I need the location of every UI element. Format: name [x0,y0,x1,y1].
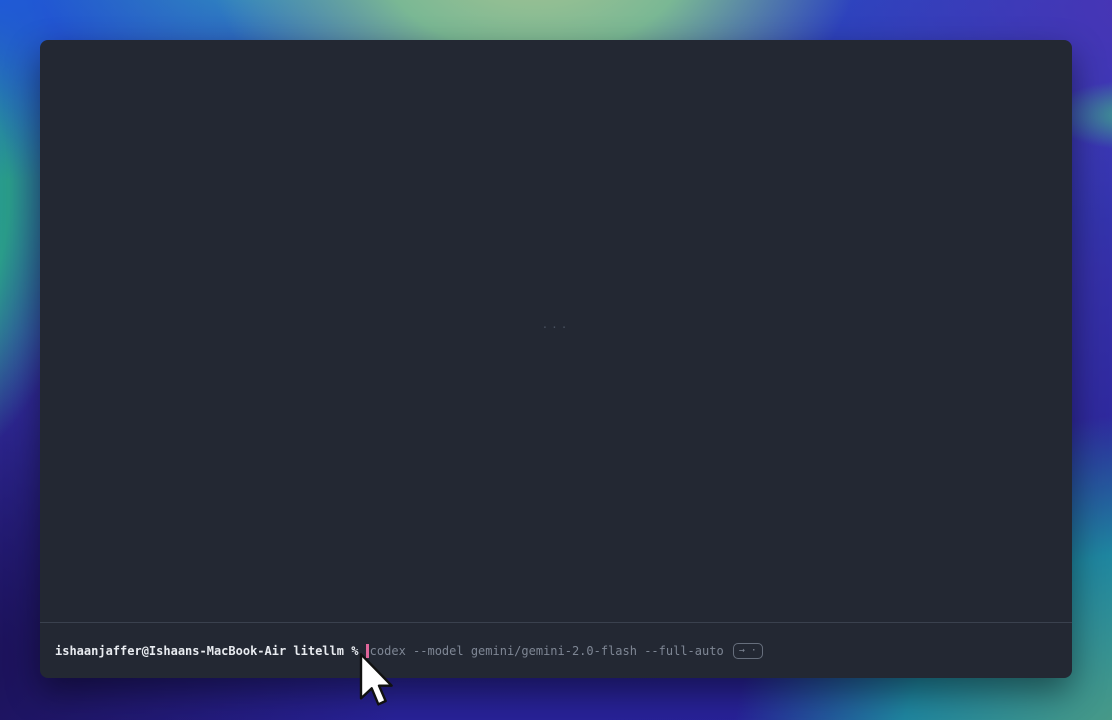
loading-ellipsis: ··· [40,321,1072,334]
terminal-input-line[interactable]: ishaanjaffer@Ishaans-MacBook-Air litellm… [40,623,1072,678]
mouse-pointer-icon [358,653,396,709]
command-autosuggestion: codex --model gemini/gemini-2.0-flash --… [370,643,724,659]
tab-accept-hint-badge: → · [733,643,763,659]
desktop-wallpaper: ··· ishaanjaffer@Ishaans-MacBook-Air lit… [0,0,1112,720]
terminal-window[interactable]: ··· ishaanjaffer@Ishaans-MacBook-Air lit… [40,40,1072,678]
shell-prompt: ishaanjaffer@Ishaans-MacBook-Air litellm… [55,643,366,659]
